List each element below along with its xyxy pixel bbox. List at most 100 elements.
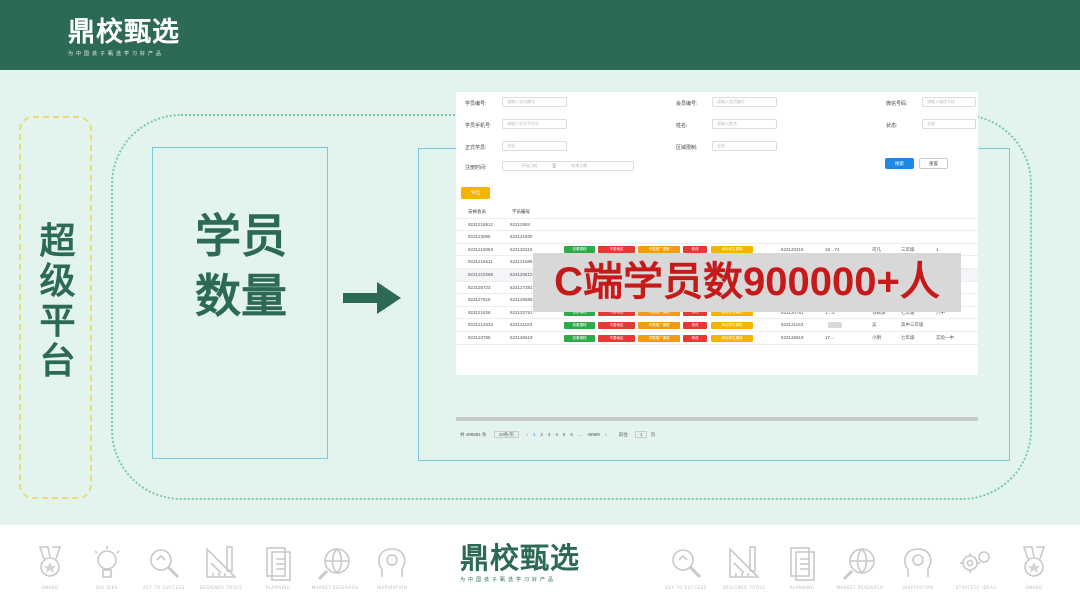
table-row: 923121​2533 623121153 查看课程 不限地区 不限推广课程 修改 添加学生…	[456, 319, 978, 332]
goto-input[interactable]: 1	[634, 431, 648, 438]
logo-name: 鼎校甄选	[68, 17, 180, 48]
globe-search-icon	[315, 543, 355, 583]
cell-student-no-2: 623121153	[781, 322, 804, 328]
row-action-button[interactable]: 添加学生课程	[711, 321, 753, 329]
cell-school: 1	[936, 246, 939, 252]
wechat-input[interactable]: 请输入微信号码	[922, 97, 976, 107]
region-label: 区域限制:	[676, 145, 698, 151]
page-number[interactable]: 6	[570, 432, 573, 437]
row-action-button[interactable]: 修改	[683, 334, 707, 342]
magnifier-icon	[666, 543, 706, 583]
row-action-button[interactable]: 不限推广课程	[638, 321, 680, 329]
export-button[interactable]: 导出	[461, 187, 490, 199]
member-no-label: 会员编号:	[676, 101, 698, 107]
row-action-button[interactable]: 不限地区	[598, 321, 635, 329]
wechat-label: 微信号码:	[886, 101, 908, 107]
search-button[interactable]: 搜索	[885, 158, 914, 169]
cell-school: 实验一中	[936, 335, 954, 340]
head-bulb-icon	[898, 543, 938, 583]
page-numbers: ‹ 1 2 3 4 5 6 … 49989 ›	[526, 432, 611, 437]
cell-student-no: 623121689	[510, 259, 533, 265]
table-header: 去掉会员 学员编号	[456, 206, 978, 219]
cell-member-id: 923121​636	[468, 309, 491, 315]
page-size-select[interactable]: 10条/页	[493, 431, 520, 438]
cell-phone-redacted	[828, 322, 842, 329]
footer-logo-tagline: 为中国孩子甄选学习好产品	[460, 577, 557, 583]
cell-phone: 18…74	[825, 246, 840, 252]
goto-suffix: 页	[650, 432, 656, 437]
right-arrow-icon	[343, 282, 401, 314]
globe-search-icon	[840, 543, 880, 583]
horizontal-scrollbar[interactable]	[456, 417, 978, 421]
page-number[interactable]: 5	[563, 432, 566, 437]
student-no-input[interactable]: 请输入学员编号	[502, 97, 567, 107]
cell-student-no-2: 623120315	[781, 246, 804, 252]
platform-title-char: 平	[39, 301, 76, 342]
cell-student-no: 623120612	[510, 272, 533, 277]
table-row: 9231230​66 6231219​30	[456, 231, 978, 244]
cell-member-id: 923121​6611	[468, 259, 493, 265]
status-select[interactable]: 全部	[922, 119, 976, 129]
row-action-button[interactable]: 查看课程	[564, 334, 595, 342]
row-action-button[interactable]: 修改	[683, 321, 707, 329]
page-number[interactable]: …	[578, 432, 583, 437]
region-select[interactable]: 全部	[712, 141, 777, 151]
platform-title-char: 超	[39, 221, 76, 262]
page-number[interactable]: 1	[533, 432, 536, 437]
formal-select[interactable]: 全部	[502, 141, 567, 151]
cell-name: 小明	[872, 335, 881, 340]
date-range-input[interactable]: 开始日期 至 结束日期	[502, 161, 634, 171]
col-header-student-no: 学员编号	[512, 209, 530, 214]
goto-label: 前往	[618, 432, 628, 437]
cell-student-no: 623121153	[510, 322, 533, 328]
document-icon	[782, 543, 822, 583]
date-separator: 至	[552, 163, 557, 168]
cell-member-id: 923123786	[468, 335, 491, 340]
page-number[interactable]: 3	[548, 432, 551, 437]
reset-button[interactable]: 重置	[919, 158, 948, 169]
page-number[interactable]: 4	[555, 432, 558, 437]
metric-title-line2: 数量	[195, 269, 287, 323]
cell-grade: 高中三年级	[901, 322, 924, 328]
cell-member-id: 923121​6053	[468, 246, 494, 252]
table-row: 923121691​2 6231268​4	[456, 219, 978, 232]
phone-input[interactable]: 请输入学员手机号	[502, 119, 567, 129]
cell-name: 司凡	[872, 246, 881, 252]
col-header-member: 去掉会员	[468, 209, 486, 214]
header-bar: 鼎校甄选 为中国孩子甄选学习好产品	[0, 0, 1080, 70]
row-action-button[interactable]: 查看课程	[564, 321, 595, 329]
name-input[interactable]: 请输入姓名	[712, 119, 777, 129]
footer-icon-caption: AWARD	[1025, 585, 1043, 590]
row-action-button[interactable]: 不限地区	[598, 334, 635, 342]
medal-icon	[1014, 543, 1054, 583]
page-number[interactable]: ›	[605, 432, 607, 437]
row-action-button[interactable]: 添加学生课程	[711, 334, 753, 342]
medal-icon	[30, 543, 70, 583]
row-action-button[interactable]: 不限推广课程	[638, 334, 680, 342]
document-icon	[258, 543, 298, 583]
metric-title: 学员 数量	[153, 206, 329, 326]
platform-title: 超级平台	[21, 222, 94, 382]
cell-student-no: 623120315	[510, 246, 533, 252]
cell-grade: 三年级	[901, 246, 915, 252]
cell-student-no: 623126619	[510, 335, 533, 340]
formal-label: 正式学员:	[465, 145, 487, 151]
magnifier-icon	[144, 543, 184, 583]
phone-label: 学员手机号:	[465, 123, 492, 129]
cell-phone: 17…	[825, 335, 835, 340]
cell-name: 吴	[872, 322, 877, 328]
page-number[interactable]: 49989	[587, 432, 600, 437]
platform-box: 超级平台	[19, 116, 92, 499]
cell-student-no: 623120751	[510, 309, 533, 315]
cell-student-no: 623125586	[510, 297, 533, 303]
cell-student-no: 6231268​4	[510, 221, 531, 227]
register-time-label: 注册时间:	[465, 165, 487, 171]
footer-logo-name: 鼎校甄选	[460, 541, 581, 575]
page-number[interactable]: ‹	[526, 432, 528, 437]
cell-member-id: 923121​2533	[468, 322, 494, 328]
pagination: 共 499891 条 10条/页 ‹ 1 2 3 4 5 6… 49989 › 前往 1 页	[460, 431, 661, 438]
page-number[interactable]: 2	[540, 432, 543, 437]
head-bulb-icon	[372, 543, 412, 583]
member-no-input[interactable]: 请输入会员编号	[712, 97, 777, 107]
cell-member-id: 923127516	[468, 297, 491, 303]
